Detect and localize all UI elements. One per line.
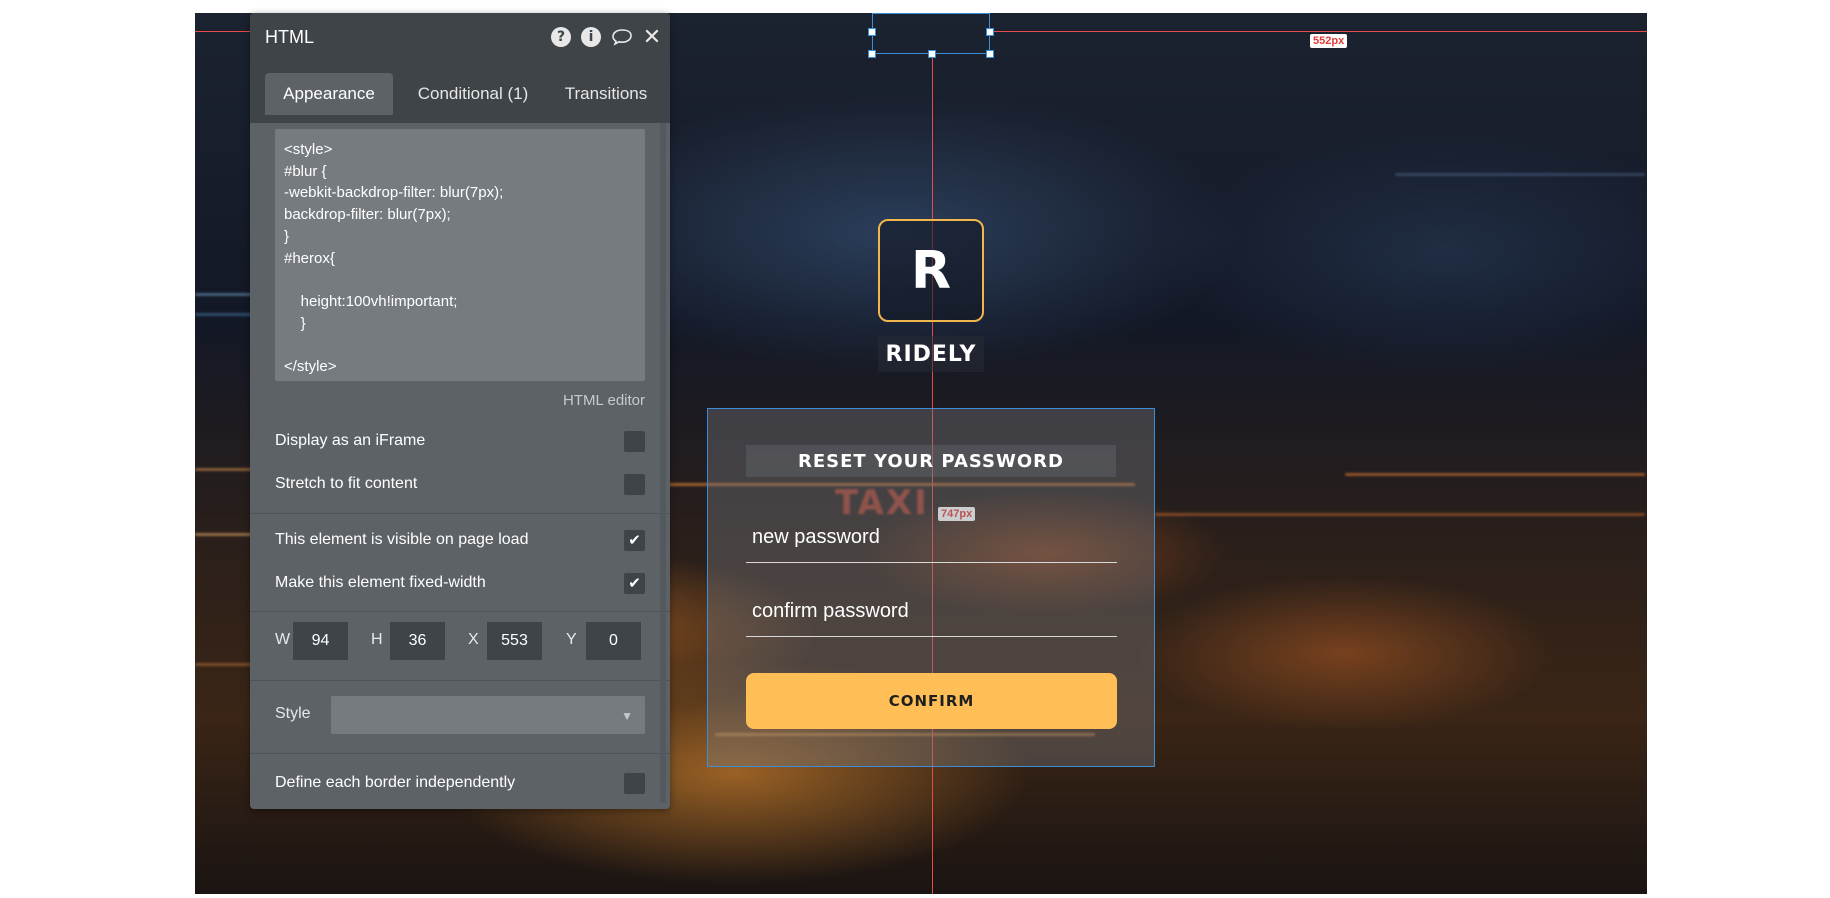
chevron-down-icon: ▼ xyxy=(621,709,633,723)
width-label: W xyxy=(275,631,291,648)
comment-icon[interactable] xyxy=(610,27,634,47)
confirm-password-input[interactable]: confirm password xyxy=(746,587,1117,637)
logo-letter: R xyxy=(910,240,952,301)
visible-on-load-row: This element is visible on page load ✔ xyxy=(275,525,645,555)
confirm-password-placeholder: confirm password xyxy=(752,600,909,622)
resize-handle[interactable] xyxy=(868,28,876,36)
border-independent-label: Define each border independently xyxy=(275,774,516,791)
fixed-width-row: Make this element fixed-width ✔ xyxy=(275,568,645,598)
border-independent-checkbox[interactable] xyxy=(624,772,645,794)
display-iframe-checkbox[interactable] xyxy=(624,430,645,452)
panel-scrollbar[interactable] xyxy=(660,123,666,803)
section-divider xyxy=(250,611,670,612)
logo-box[interactable]: R xyxy=(878,219,984,322)
resize-handle[interactable] xyxy=(986,28,994,36)
tab-appearance[interactable]: Appearance xyxy=(265,73,393,115)
tab-transitions[interactable]: Transitions xyxy=(550,73,662,115)
border-independent-row: Define each border independently xyxy=(275,768,645,798)
panel-tabs: Appearance Conditional (1) Transitions xyxy=(250,61,670,123)
stretch-row: Stretch to fit content xyxy=(275,469,645,499)
card-title: RESET YOUR PASSWORD xyxy=(798,450,1064,472)
check-icon: ✔ xyxy=(628,532,641,549)
stretch-checkbox[interactable] xyxy=(624,473,645,495)
display-iframe-label: Display as an iFrame xyxy=(275,432,426,449)
tab-conditional[interactable]: Conditional (1) xyxy=(398,73,548,115)
resize-handle[interactable] xyxy=(868,50,876,58)
confirm-button[interactable]: CONFIRM xyxy=(746,673,1117,729)
y-input[interactable]: 0 xyxy=(586,622,641,660)
new-password-input[interactable]: new password xyxy=(746,513,1117,563)
info-icon[interactable]: i xyxy=(581,27,601,47)
section-divider xyxy=(250,513,670,514)
close-icon[interactable]: ✕ xyxy=(642,25,662,50)
brand-name[interactable]: RIDELY xyxy=(878,336,984,372)
height-input[interactable]: 36 xyxy=(390,622,445,660)
new-password-placeholder: new password xyxy=(752,526,880,548)
selected-html-element[interactable] xyxy=(872,13,990,54)
check-icon: ✔ xyxy=(628,575,641,592)
stretch-label: Stretch to fit content xyxy=(275,475,418,492)
fixed-width-label: Make this element fixed-width xyxy=(275,574,486,591)
guide-distance-label: 552px xyxy=(1310,34,1348,48)
resize-handle[interactable] xyxy=(928,50,936,58)
visible-on-load-checkbox[interactable]: ✔ xyxy=(624,529,645,551)
light-streak xyxy=(1155,513,1645,516)
guide-line-top-left xyxy=(195,31,250,32)
height-label: H xyxy=(371,631,383,648)
html-code-editor[interactable]: <style> #blur { -webkit-backdrop-filter:… xyxy=(275,129,645,381)
html-editor-link[interactable]: HTML editor xyxy=(563,392,645,409)
light-streak xyxy=(1395,173,1645,176)
section-divider xyxy=(250,753,670,754)
visible-on-load-label: This element is visible on page load xyxy=(275,531,529,548)
panel-header[interactable]: HTML ? i ✕ xyxy=(250,13,670,61)
display-iframe-row: Display as an iFrame xyxy=(275,426,645,456)
property-editor-panel[interactable]: HTML ? i ✕ Appearance Conditional (1) Tr… xyxy=(250,13,670,809)
card-title-group[interactable]: RESET YOUR PASSWORD xyxy=(746,445,1116,477)
x-label: X xyxy=(468,631,479,648)
y-label: Y xyxy=(566,631,577,648)
section-divider xyxy=(250,680,670,681)
light-streak xyxy=(1345,473,1645,476)
panel-title: HTML xyxy=(265,26,314,47)
style-label: Style xyxy=(275,705,311,722)
guide-line-top-right xyxy=(986,31,1647,32)
width-input[interactable]: 94 xyxy=(293,622,348,660)
question-icon[interactable]: ? xyxy=(551,27,571,47)
x-input[interactable]: 553 xyxy=(487,622,542,660)
style-dropdown[interactable]: ▼ xyxy=(331,696,645,734)
resize-handle[interactable] xyxy=(986,50,994,58)
fixed-width-checkbox[interactable]: ✔ xyxy=(624,572,645,594)
